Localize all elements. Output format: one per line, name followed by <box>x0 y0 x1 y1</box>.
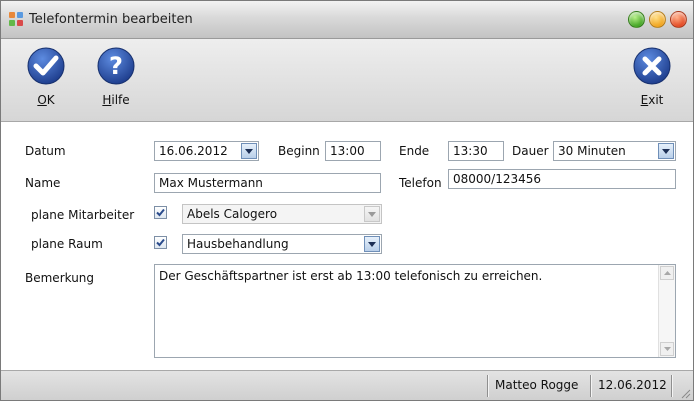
status-separator <box>487 375 488 397</box>
raum-value: Hausbehandlung <box>187 237 289 251</box>
scroll-down-icon[interactable] <box>660 342 674 356</box>
status-separator <box>590 375 591 397</box>
ende-label: Ende <box>399 144 430 158</box>
ok-label: OK <box>37 93 55 107</box>
raum-checkbox[interactable] <box>154 236 167 249</box>
minimize-icon[interactable] <box>628 11 645 28</box>
help-icon: ? <box>97 47 135 85</box>
svg-text:?: ? <box>109 52 123 80</box>
status-date: 12.06.2012 <box>598 378 667 392</box>
ende-input[interactable] <box>448 141 504 161</box>
mitarbeiter-combo[interactable]: Abels Calogero <box>182 204 382 224</box>
name-label: Name <box>25 176 61 190</box>
form-area: Datum 16.06.2012 Beginn Ende Dauer 30 Mi… <box>1 122 693 370</box>
status-user: Matteo Rogge <box>495 378 579 392</box>
exit-label: Exit <box>640 93 664 107</box>
close-icon[interactable] <box>670 11 687 28</box>
resize-grip-icon[interactable] <box>679 387 691 399</box>
datum-combo[interactable]: 16.06.2012 <box>154 141 259 161</box>
exit-button[interactable]: Exit <box>626 46 678 107</box>
help-label: Hilfe <box>102 93 130 107</box>
bemerkung-text: Der Geschäftspartner ist erst ab 13:00 t… <box>159 269 543 283</box>
beginn-label: Beginn <box>278 144 320 158</box>
title-bar[interactable]: Telefontermin bearbeiten <box>1 1 693 39</box>
window-title: Telefontermin bearbeiten <box>29 12 193 27</box>
beginn-input[interactable] <box>325 141 381 161</box>
scroll-up-icon[interactable] <box>660 266 674 280</box>
dialog-window: Telefontermin bearbeiten OK ? Hilfe Exit… <box>0 0 694 401</box>
chevron-down-icon[interactable] <box>364 206 380 222</box>
status-bar: Matteo Rogge 12.06.2012 <box>1 370 693 400</box>
bemerkung-textarea[interactable]: Der Geschäftspartner ist erst ab 13:00 t… <box>154 264 676 358</box>
chevron-down-icon[interactable] <box>658 143 674 159</box>
toolbar: OK ? Hilfe Exit <box>1 39 693 122</box>
datum-label: Datum <box>25 144 66 158</box>
telefon-label: Telefon <box>399 176 442 190</box>
help-button[interactable]: ? Hilfe <box>90 46 142 107</box>
status-separator <box>671 375 672 397</box>
ok-button[interactable]: OK <box>20 46 72 107</box>
checkmark-icon <box>156 238 165 247</box>
mitarbeiter-label: plane Mitarbeiter <box>31 208 135 222</box>
bemerkung-label: Bemerkung <box>25 271 95 285</box>
exit-icon <box>633 47 671 85</box>
dauer-value: 30 Minuten <box>558 144 626 158</box>
telefon-input[interactable] <box>448 169 676 189</box>
dauer-label: Dauer <box>512 144 549 158</box>
name-input[interactable] <box>154 173 381 193</box>
datum-value: 16.06.2012 <box>159 144 228 158</box>
dauer-combo[interactable]: 30 Minuten <box>553 141 676 161</box>
checkmark-icon <box>156 208 165 217</box>
checkmark-icon <box>27 47 65 85</box>
app-icon <box>9 12 23 26</box>
raum-combo[interactable]: Hausbehandlung <box>182 234 382 254</box>
maximize-icon[interactable] <box>649 11 666 28</box>
vertical-scrollbar[interactable] <box>658 265 675 357</box>
mitarbeiter-checkbox[interactable] <box>154 206 167 219</box>
chevron-down-icon[interactable] <box>364 236 380 252</box>
mitarbeiter-value: Abels Calogero <box>187 207 278 221</box>
chevron-down-icon[interactable] <box>241 143 257 159</box>
raum-label: plane Raum <box>31 237 103 251</box>
